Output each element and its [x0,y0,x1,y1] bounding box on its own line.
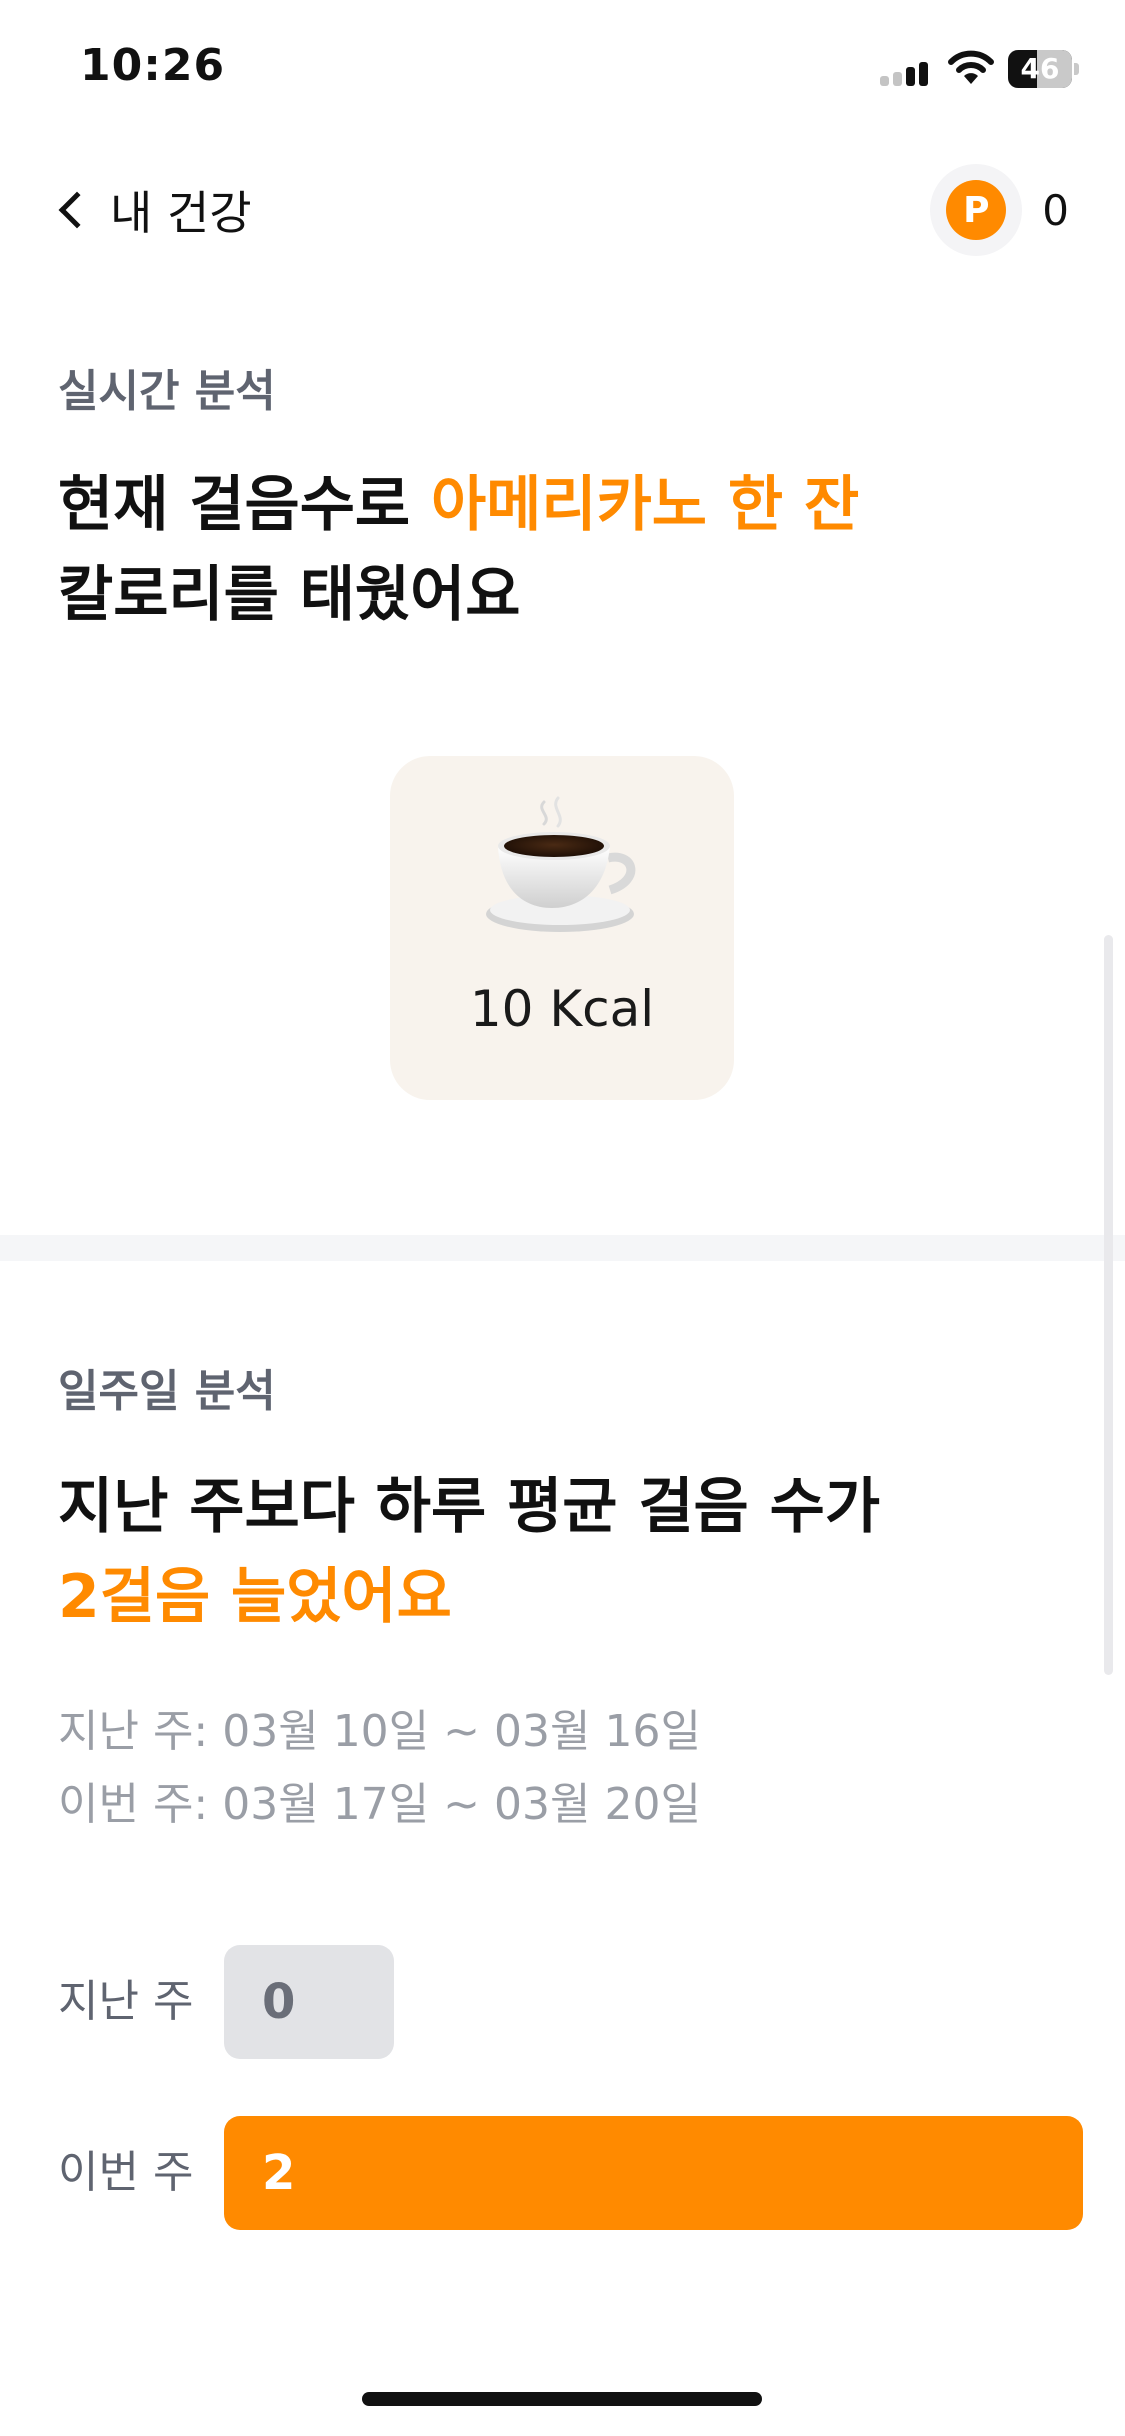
weekly-headline: 지난 주보다 하루 평균 걸음 수가 2걸음 늘었어요 [58,1462,880,1642]
battery-icon: 46 [1008,50,1080,88]
calorie-value: 10 Kcal [469,980,655,1038]
bar-label: 이번 주 [58,2147,194,2198]
cellular-signal-icon [880,62,932,86]
realtime-headline-line2: 칼로리를 태웠어요 [58,560,521,630]
weekly-headline-line1: 지난 주보다 하루 평균 걸음 수가 [58,1472,881,1542]
nav-bar: 내 건강 P 0 [0,150,1125,270]
realtime-section-label: 실시간 분석 [58,366,276,417]
realtime-headline-line1: 현재 걸음수로 아메리카노 한 잔 [58,470,860,540]
home-indicator[interactable] [362,2392,762,2406]
weekly-section-label: 일주일 분석 [58,1366,276,1417]
point-balance-button[interactable]: P 0 [930,164,1069,256]
nav-title: 내 건강 [110,186,252,240]
chevron-left-icon [58,191,96,229]
bar-last-week: 0 [224,1945,394,2059]
scrollbar[interactable] [1104,935,1113,1675]
this-week-range: 이번 주: 03월 17일 ~ 03월 20일 [58,1779,701,1830]
bar-value: 2 [262,2145,296,2201]
status-bar: 10:26 46 [0,0,1125,140]
bar-row-this-week: 이번 주 2 [58,2116,1083,2230]
bar-row-last-week: 지난 주 0 [58,1945,1083,2059]
wifi-icon [948,50,994,84]
realtime-headline: 현재 걸음수로 아메리카노 한 잔 칼로리를 태웠어요 [58,460,859,640]
last-week-range: 지난 주: 03월 10일 ~ 03월 16일 [58,1706,701,1757]
calorie-card: 10 Kcal [390,756,734,1100]
bar-this-week: 2 [224,2116,1083,2230]
section-divider [0,1235,1125,1261]
battery-percent: 46 [1020,52,1060,85]
status-time: 10:26 [80,40,226,91]
back-button[interactable]: 내 건강 [50,170,252,250]
realtime-headline-accent: 아메리카노 한 잔 [430,470,860,540]
bar-value: 0 [262,1974,296,2030]
weekly-headline-line2: 2걸음 늘었어요 [58,1562,452,1632]
point-icon: P [946,180,1007,240]
coffee-cup-icon [486,796,636,932]
point-count: 0 [1042,185,1069,235]
bar-label: 지난 주 [58,1976,194,2027]
